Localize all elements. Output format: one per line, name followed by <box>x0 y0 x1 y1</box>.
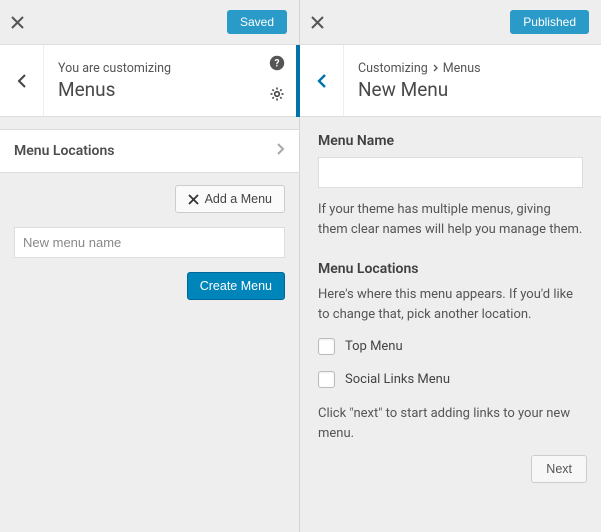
menu-locations-help: Here's where this menu appears. If you'd… <box>318 285 583 324</box>
saved-button[interactable]: Saved <box>227 10 287 34</box>
svg-text:?: ? <box>275 59 280 70</box>
add-menu-button[interactable]: Add a Menu <box>175 185 285 213</box>
menu-locations-heading: Menu Locations <box>318 261 583 277</box>
checkbox-label: Top Menu <box>345 339 403 354</box>
back-button[interactable] <box>300 45 344 116</box>
gear-icon[interactable] <box>269 86 285 106</box>
customizing-label: You are customizing <box>58 61 285 76</box>
page-title: Menus <box>58 78 285 101</box>
breadcrumb-separator-icon <box>433 64 438 72</box>
page-title: New Menu <box>358 78 587 101</box>
back-button[interactable] <box>0 45 44 116</box>
help-icon[interactable]: ? <box>269 55 285 75</box>
checkbox-label: Social Links Menu <box>345 372 450 387</box>
checkbox-social-links-menu[interactable]: Social Links Menu <box>318 371 583 388</box>
create-menu-button[interactable]: Create Menu <box>187 272 285 300</box>
checkbox-top-menu[interactable]: Top Menu <box>318 338 583 355</box>
menu-name-heading: Menu Name <box>318 133 583 149</box>
breadcrumb-root: Customizing <box>358 61 428 76</box>
breadcrumb: Customizing Menus <box>358 61 587 76</box>
menu-locations-label: Menu Locations <box>14 143 115 159</box>
close-icon[interactable] <box>8 13 26 31</box>
menu-name-help: If your theme has multiple menus, giving… <box>318 200 583 239</box>
menu-name-input[interactable] <box>318 157 583 188</box>
new-menu-name-input[interactable] <box>14 227 285 258</box>
chevron-right-icon <box>276 141 285 161</box>
checkbox-icon <box>318 338 335 355</box>
next-button[interactable]: Next <box>531 455 587 483</box>
close-x-icon <box>188 194 199 205</box>
add-menu-label: Add a Menu <box>205 192 272 206</box>
checkbox-icon <box>318 371 335 388</box>
close-icon[interactable] <box>308 13 326 31</box>
menu-locations-item[interactable]: Menu Locations <box>0 129 299 173</box>
breadcrumb-parent: Menus <box>443 61 481 76</box>
published-button[interactable]: Published <box>510 10 589 34</box>
next-help: Click "next" to start adding links to yo… <box>318 404 583 443</box>
